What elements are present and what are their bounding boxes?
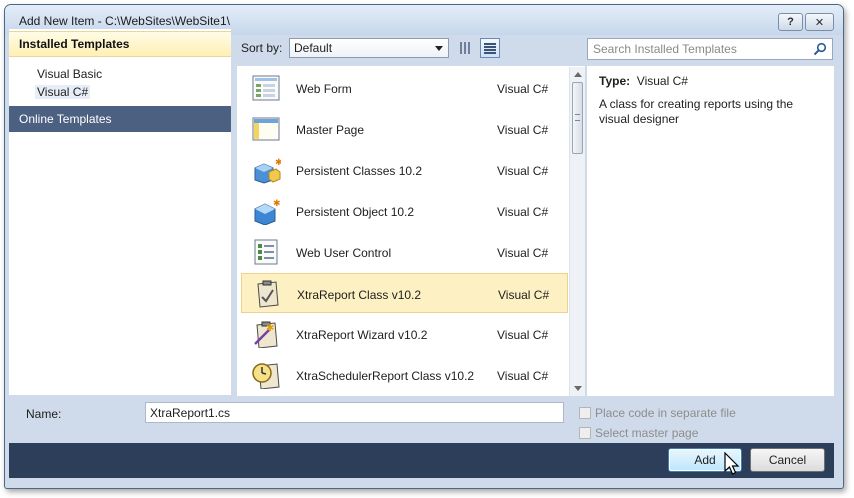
svg-text:✱: ✱ — [273, 199, 281, 209]
close-icon: ✕ — [814, 16, 825, 29]
xtrareport-class-icon — [257, 280, 279, 308]
template-type: Type: Visual C# — [599, 74, 688, 88]
persistent-object-icon: ✱ — [254, 199, 281, 225]
template-language: Visual C# — [497, 82, 549, 96]
cancel-button-label: Cancel — [768, 453, 807, 467]
template-language: Visual C# — [497, 328, 549, 342]
cancel-button[interactable]: Cancel — [750, 448, 825, 472]
template-name: XtraReport Class v10.2 — [297, 288, 422, 302]
sort-by-label: Sort by: — [241, 41, 283, 55]
template-language: Visual C# — [497, 246, 549, 260]
persistent-classes-icon: ✱ — [254, 158, 281, 184]
web-user-control-icon — [254, 239, 278, 265]
installed-templates-header[interactable]: Installed Templates — [9, 31, 231, 57]
template-language: Visual C# — [497, 205, 549, 219]
template-description: A class for creating reports using the v… — [599, 97, 794, 126]
template-list: Web Form Visual C# Master Page Visual C#… — [237, 66, 585, 396]
select-master-label: Select master page — [595, 426, 699, 440]
search-templates-input[interactable]: Search Installed Templates — [587, 38, 833, 60]
template-row-persistent-classes[interactable]: ✱ Persistent Classes 10.2 Visual C# — [241, 150, 568, 190]
scroll-down-icon[interactable] — [574, 386, 582, 391]
template-row-xtrareport-class[interactable]: XtraReport Class v10.2 Visual C# — [241, 273, 568, 313]
xtrareport-wizard-icon: ✱ — [254, 321, 278, 348]
place-code-checkbox[interactable] — [579, 407, 591, 419]
template-language: Visual C# — [497, 164, 549, 178]
template-row-xtrascheduler-report[interactable]: XtraSchedulerReport Class v10.2 Visual C… — [241, 355, 568, 395]
template-row-xtrareport-wizard[interactable]: ✱ XtraReport Wizard v10.2 Visual C# — [241, 314, 568, 354]
file-name-input[interactable]: XtraReport1.cs — [145, 402, 564, 423]
sort-by-value: Default — [294, 41, 333, 55]
template-categories-pane: Installed Templates Visual Basic Visual … — [9, 29, 231, 395]
category-visual-csharp[interactable]: Visual C# — [35, 85, 91, 99]
svg-text:✱: ✱ — [266, 323, 274, 334]
small-icons-view-button[interactable] — [456, 38, 476, 58]
template-details-pane: Type: Visual C# A class for creating rep… — [587, 66, 834, 396]
web-form-icon — [252, 75, 280, 101]
search-icon[interactable] — [813, 42, 827, 56]
list-view-icon — [484, 42, 496, 54]
template-row-web-form[interactable]: Web Form Visual C# — [241, 68, 568, 108]
file-name-value: XtraReport1.cs — [150, 406, 231, 420]
type-value: Visual C# — [636, 74, 688, 88]
template-name: Persistent Classes 10.2 — [296, 164, 423, 178]
template-row-web-user-control[interactable]: Web User Control Visual C# — [241, 232, 568, 272]
online-templates-header[interactable]: Online Templates — [9, 106, 231, 132]
grip-icon — [575, 114, 580, 121]
sort-by-dropdown[interactable]: Default — [289, 38, 449, 58]
add-button-label: Add — [694, 453, 716, 467]
select-master-checkbox[interactable] — [579, 427, 591, 439]
template-name: Persistent Object 10.2 — [296, 205, 415, 219]
mouse-cursor-icon — [724, 452, 740, 475]
dialog-title: Add New Item - C:\WebSites\WebSite1\ — [19, 14, 230, 28]
help-icon: ? — [787, 16, 794, 28]
template-row-master-page[interactable]: Master Page Visual C# — [241, 109, 568, 149]
template-language: Visual C# — [497, 369, 549, 383]
template-row-persistent-object[interactable]: ✱ Persistent Object 10.2 Visual C# — [241, 191, 568, 231]
name-label: Name: — [26, 407, 62, 421]
scroll-thumb[interactable] — [572, 82, 583, 154]
details-view-button[interactable] — [480, 38, 500, 58]
close-button[interactable]: ✕ — [805, 13, 834, 31]
template-list-scrollbar[interactable] — [569, 67, 585, 396]
template-language: Visual C# — [498, 288, 550, 302]
template-name: Master Page — [296, 123, 365, 137]
svg-text:✱: ✱ — [275, 158, 281, 168]
category-visual-basic[interactable]: Visual Basic — [37, 67, 102, 81]
template-name: XtraSchedulerReport Class v10.2 — [296, 369, 475, 383]
master-page-icon — [252, 117, 280, 141]
scroll-up-icon[interactable] — [574, 72, 582, 77]
template-name: Web User Control — [296, 246, 392, 260]
template-name: XtraReport Wizard v10.2 — [296, 328, 428, 342]
search-placeholder: Search Installed Templates — [593, 42, 737, 56]
xtrascheduler-report-icon — [252, 363, 280, 389]
type-label: Type: — [599, 74, 631, 88]
template-name: Web Form — [296, 82, 352, 96]
chevron-down-icon — [435, 46, 443, 51]
place-code-label: Place code in separate file — [595, 406, 736, 420]
grid-view-icon — [460, 42, 472, 54]
help-button[interactable]: ? — [778, 13, 803, 31]
template-language: Visual C# — [497, 123, 549, 137]
